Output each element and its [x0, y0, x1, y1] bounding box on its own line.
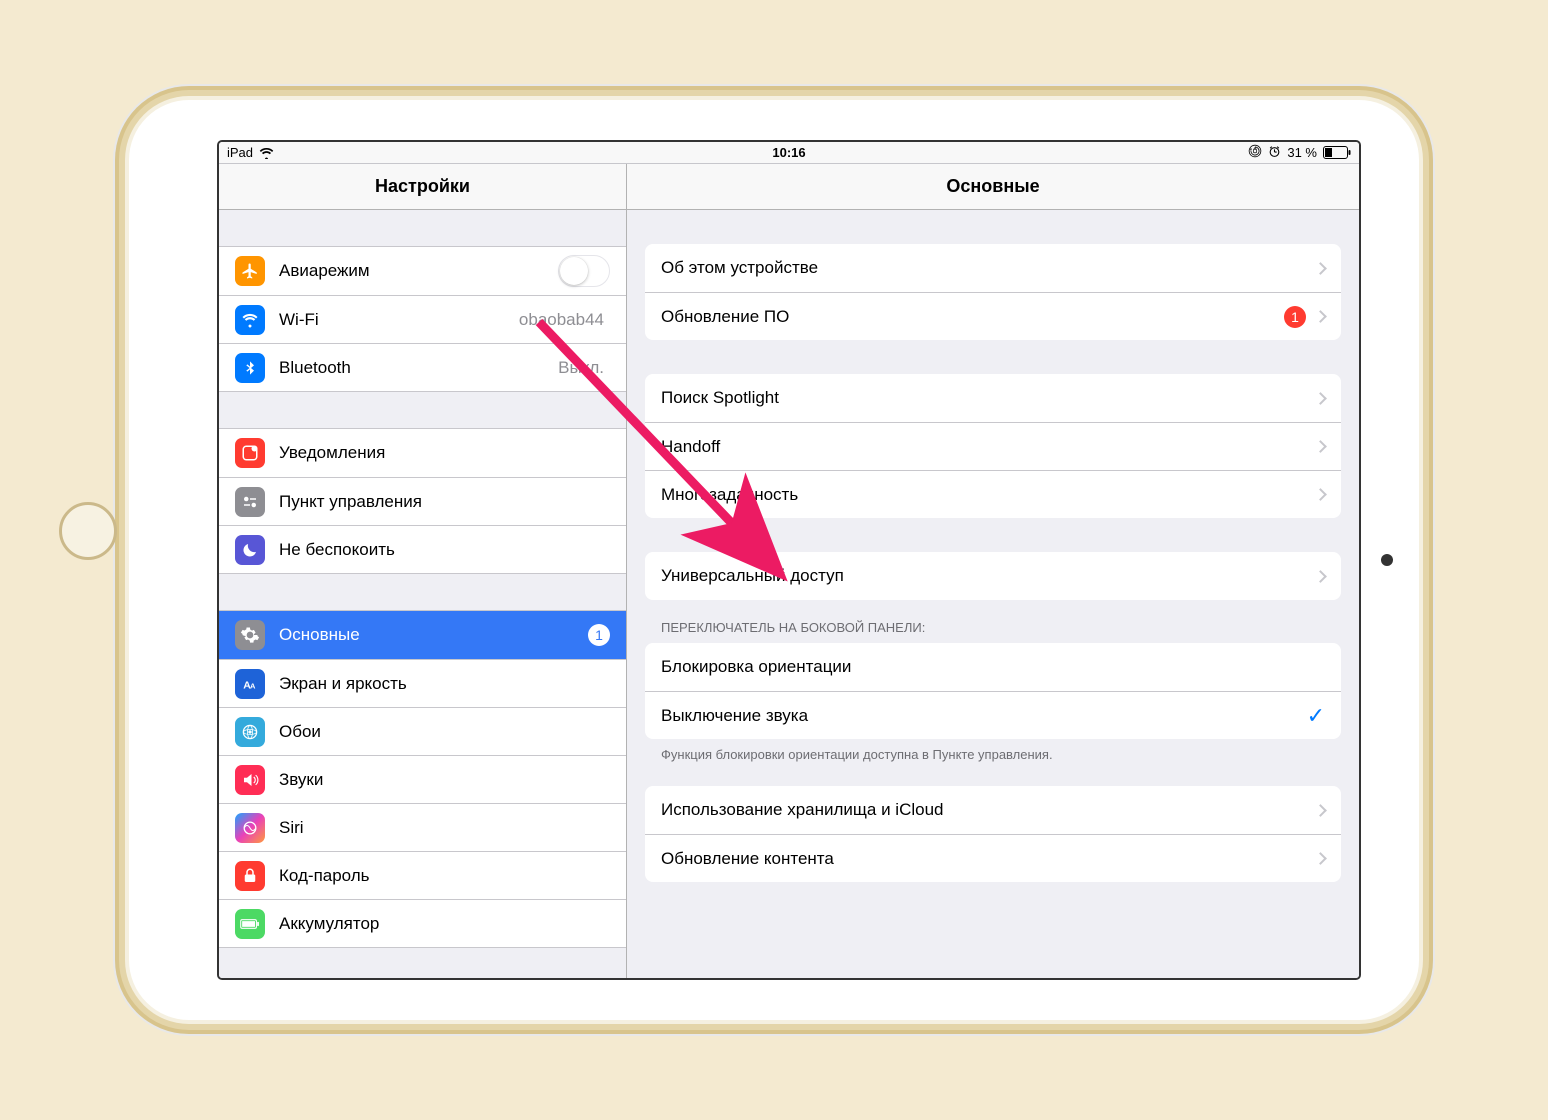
sidebar-item-sounds[interactable]: Звуки	[219, 755, 626, 803]
sidebar-group-main: Основные 1 AA Экран и яркость Обои	[219, 610, 626, 948]
chevron-right-icon	[1314, 488, 1327, 501]
sidebar-item-wifi[interactable]: Wi-Fi obaobab44	[219, 295, 626, 343]
status-time: 10:16	[219, 145, 1359, 160]
display-icon: AA	[235, 669, 265, 699]
sidebar-item-display[interactable]: AA Экран и яркость	[219, 659, 626, 707]
detail-item-about[interactable]: Об этом устройстве	[645, 244, 1341, 292]
control-center-icon	[235, 487, 265, 517]
bluetooth-label: Bluetooth	[279, 358, 558, 378]
chevron-right-icon	[1314, 852, 1327, 865]
chevron-right-icon	[1314, 570, 1327, 583]
battery-label: Аккумулятор	[279, 914, 610, 934]
sidebar-item-notifications[interactable]: Уведомления	[219, 429, 626, 477]
detail-item-background-refresh[interactable]: Обновление контента	[645, 834, 1341, 882]
status-bar: iPad 10:16 31 %	[219, 142, 1359, 164]
checkmark-icon: ✓	[1307, 703, 1325, 729]
sidebar-item-general[interactable]: Основные 1	[219, 611, 626, 659]
airplane-label: Авиарежим	[279, 261, 558, 281]
dnd-label: Не беспокоить	[279, 540, 610, 560]
display-label: Экран и яркость	[279, 674, 610, 694]
rotation-lock-icon	[1248, 144, 1262, 161]
detail-item-multitasking[interactable]: Многозадачность	[645, 470, 1341, 518]
sidebar-item-siri[interactable]: Siri	[219, 803, 626, 851]
detail-item-accessibility[interactable]: Универсальный доступ	[645, 552, 1341, 600]
airplane-switch[interactable]	[558, 255, 610, 287]
device-label: iPad	[227, 145, 253, 160]
home-button[interactable]	[59, 502, 117, 560]
gear-icon	[235, 620, 265, 650]
svg-text:A: A	[250, 681, 256, 690]
wallpaper-label: Обои	[279, 722, 610, 742]
sidebar-item-wallpaper[interactable]: Обои	[219, 707, 626, 755]
detail-item-mute[interactable]: Выключение звука ✓	[645, 691, 1341, 739]
chevron-right-icon	[1314, 310, 1327, 323]
dnd-icon	[235, 535, 265, 565]
front-camera	[1381, 554, 1393, 566]
ipad-device-frame: iPad 10:16 31 % Настройки	[129, 100, 1419, 1020]
siri-label: Siri	[279, 818, 610, 838]
battery-settings-icon	[235, 909, 265, 939]
detail-item-storage[interactable]: Использование хранилища и iCloud	[645, 786, 1341, 834]
sidebar-item-passcode[interactable]: Код-пароль	[219, 851, 626, 899]
wifi-settings-icon	[235, 305, 265, 335]
detail-group-spotlight: Поиск Spotlight Handoff Многозадачность	[645, 374, 1341, 518]
detail-group-side-switch: Блокировка ориентации Выключение звука ✓	[645, 643, 1341, 739]
sidebar-item-control-center[interactable]: Пункт управления	[219, 477, 626, 525]
update-badge: 1	[1284, 306, 1306, 328]
nav-titles: Настройки Основные	[219, 164, 1359, 210]
wifi-label: Wi-Fi	[279, 310, 519, 330]
chevron-right-icon	[1314, 804, 1327, 817]
side-switch-header: ПЕРЕКЛЮЧАТЕЛЬ НА БОКОВОЙ ПАНЕЛИ:	[627, 600, 1359, 643]
screen: iPad 10:16 31 % Настройки	[219, 142, 1359, 978]
wallpaper-icon	[235, 717, 265, 747]
general-detail-pane[interactable]: Об этом устройстве Обновление ПО 1 Поиск…	[627, 210, 1359, 978]
bluetooth-value: Выкл.	[558, 358, 604, 378]
battery-icon	[1323, 146, 1351, 159]
detail-item-spotlight[interactable]: Поиск Spotlight	[645, 374, 1341, 422]
detail-group-storage: Использование хранилища и iCloud Обновле…	[645, 786, 1341, 882]
detail-item-lock-rotation[interactable]: Блокировка ориентации	[645, 643, 1341, 691]
settings-sidebar[interactable]: Авиарежим Wi-Fi obaobab44	[219, 210, 627, 978]
detail-title: Основные	[627, 164, 1359, 209]
detail-item-handoff[interactable]: Handoff	[645, 422, 1341, 470]
detail-item-software-update[interactable]: Обновление ПО 1	[645, 292, 1341, 340]
detail-group-accessibility: Универсальный доступ	[645, 552, 1341, 600]
bluetooth-icon	[235, 353, 265, 383]
notifications-label: Уведомления	[279, 443, 610, 463]
passcode-label: Код-пароль	[279, 866, 610, 886]
sidebar-group-connectivity: Авиарежим Wi-Fi obaobab44	[219, 246, 626, 392]
wifi-icon	[259, 147, 274, 159]
general-badge: 1	[588, 624, 610, 646]
sounds-label: Звуки	[279, 770, 610, 790]
passcode-icon	[235, 861, 265, 891]
sounds-icon	[235, 765, 265, 795]
sidebar-item-dnd[interactable]: Не беспокоить	[219, 525, 626, 573]
chevron-right-icon	[1314, 392, 1327, 405]
chevron-right-icon	[1314, 440, 1327, 453]
chevron-right-icon	[1314, 262, 1327, 275]
sidebar-item-airplane[interactable]: Авиарежим	[219, 247, 626, 295]
alarm-icon	[1268, 145, 1281, 161]
airplane-icon	[235, 256, 265, 286]
control-center-label: Пункт управления	[279, 492, 610, 512]
notifications-icon	[235, 438, 265, 468]
sidebar-group-alerts: Уведомления Пункт управления Не беспокои…	[219, 428, 626, 574]
general-label: Основные	[279, 625, 588, 645]
detail-group-about: Об этом устройстве Обновление ПО 1	[645, 244, 1341, 340]
side-switch-footer: Функция блокировки ориентации доступна в…	[627, 739, 1359, 766]
siri-icon	[235, 813, 265, 843]
sidebar-item-bluetooth[interactable]: Bluetooth Выкл.	[219, 343, 626, 391]
sidebar-item-battery[interactable]: Аккумулятор	[219, 899, 626, 947]
sidebar-title: Настройки	[219, 164, 627, 209]
wifi-value: obaobab44	[519, 310, 604, 330]
battery-percent: 31 %	[1287, 145, 1317, 160]
